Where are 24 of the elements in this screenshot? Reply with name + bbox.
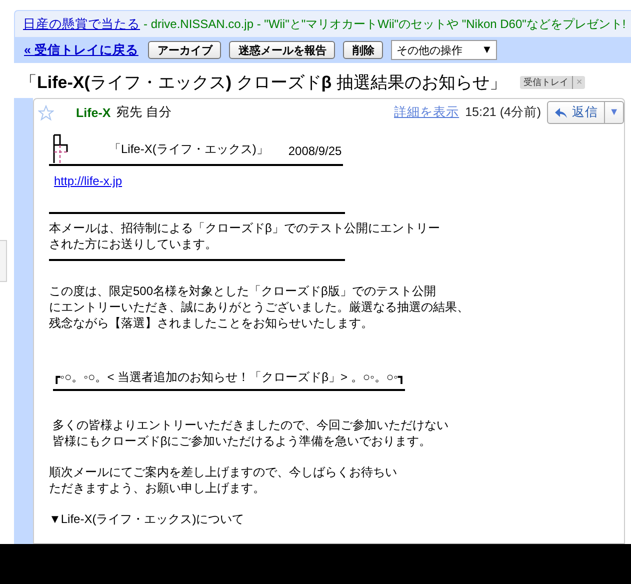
body-paragraph: 本メールは、招待制による「クローズドβ」でのテスト公開にエントリー された方にお送りしています。 <box>49 220 441 252</box>
body-paragraph: この度は、限定500名様を対象とした「クローズドβ版」でのテスト公開 にエントリーいただき、誠にありがとうございました。厳選なる抽選の結果、 残念ながら【落選】されましたことをお知らせいたします。 <box>49 283 470 331</box>
body-paragraph: ▼Life-X(ライフ・エックス)について <box>49 511 246 527</box>
header-title: 「Life-X(ライフ・エックス)」 <box>109 141 268 158</box>
body-paragraph: 順次メールにてご案内を差し上げますので、今しばらくお待ちい ただきますよう、お願い申し上げます。 <box>49 464 398 496</box>
email-subject: 「Life-X(ライフ・エックス) クローズドβ 抽選結果のお知らせ」 <box>20 72 506 94</box>
website-link[interactable]: http://life-x.jp <box>54 174 122 188</box>
reply-menu-button[interactable]: ▼ <box>605 102 623 123</box>
show-details-link[interactable]: 詳細を表示 <box>394 104 460 121</box>
header-date: 2008/9/25 <box>288 144 342 160</box>
toolbar-button[interactable]: アーカイブ <box>148 41 222 59</box>
announcement-banner: ┏◦○。◦○。< 当選者追加のお知らせ！「クローズドβ」> 。○◦。○◦┓ <box>53 369 406 391</box>
ad-text: - drive.NISSAN.co.jp - "Wii"と"マリオカートWii"のセットや "Nikon D60"などをプレゼント! <box>143 17 626 31</box>
toolbar-button[interactable]: 迷惑メールを報告 <box>229 41 336 59</box>
recipient-text: 宛先 自分 <box>116 104 172 121</box>
body-paragraph: 多くの皆様よりエントリーいただきましたので、今回ご参加いただけない 皆様にもクローズドβにご参加いただけるよう準備を急いでおります。 <box>51 417 450 449</box>
back-to-inbox-link[interactable]: « 受信トレイに戻る <box>24 42 138 58</box>
toolbar-button[interactable]: 削除 <box>343 41 384 59</box>
sender-name: Life-X <box>76 106 111 120</box>
ad-link[interactable]: 日産の懸賞で当たる <box>23 17 140 31</box>
reply-button[interactable]: 返信 <box>548 102 606 123</box>
label-text: 受信トレイ <box>523 76 574 89</box>
message-time: 15:21 (4分前) <box>465 104 542 121</box>
more-actions-dropdown[interactable]: その他の操作 ▼ <box>391 40 498 60</box>
